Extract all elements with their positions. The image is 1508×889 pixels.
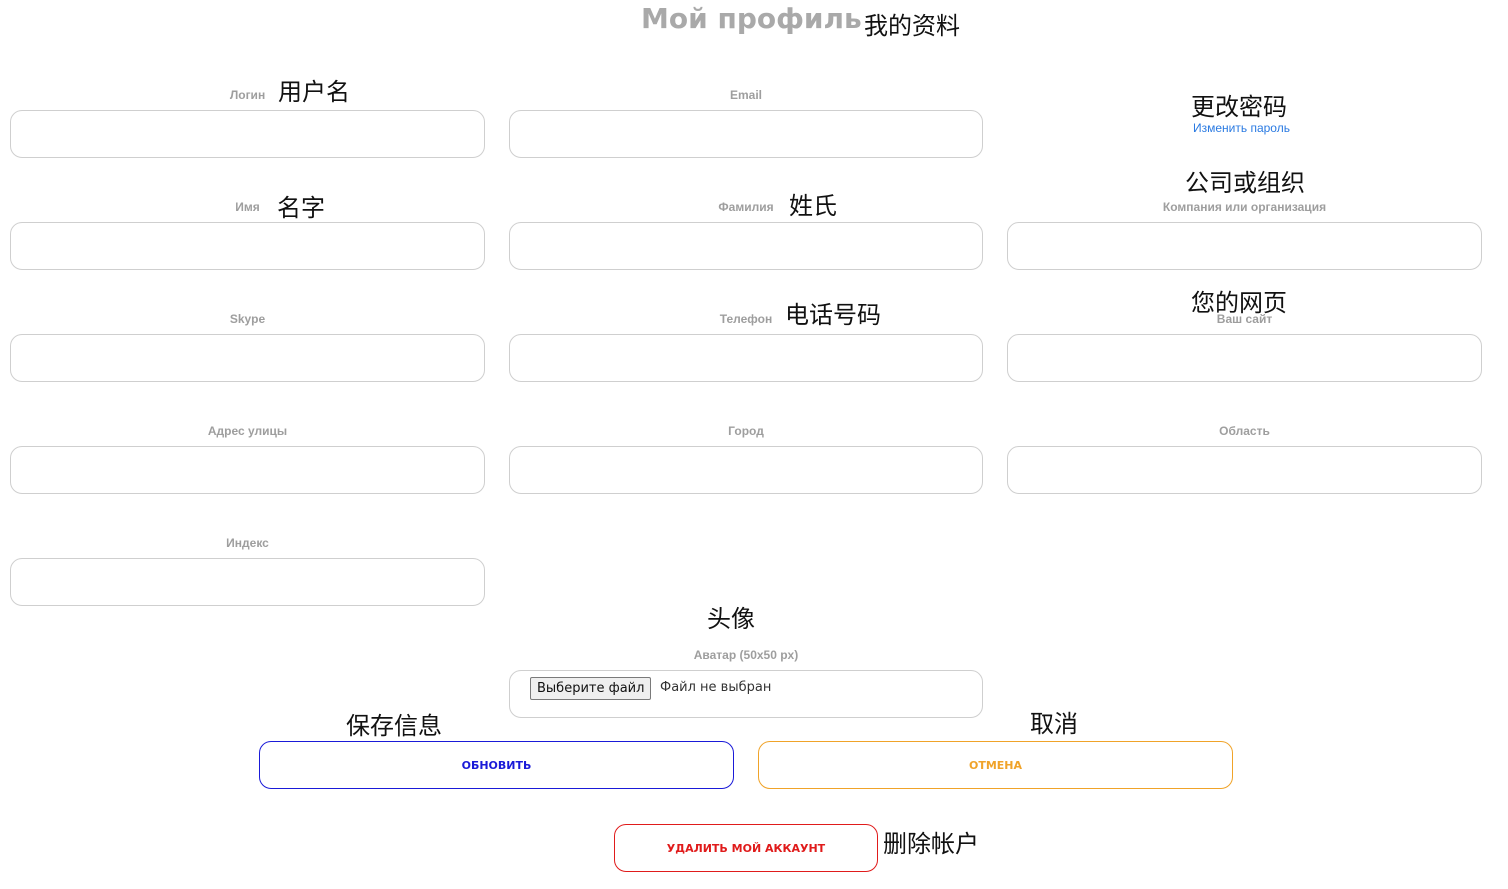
choose-file-button[interactable]: Выберите файл xyxy=(530,677,652,700)
avatar-label: Аватар (50x50 px) xyxy=(693,648,799,662)
change-password-link[interactable]: Изменить пароль xyxy=(1193,121,1290,135)
company-note: 公司或组织 xyxy=(1185,169,1305,197)
cancel-button[interactable]: ОТМЕНА xyxy=(758,741,1233,789)
street-label: Адрес улицы xyxy=(207,424,288,438)
last-name-input[interactable] xyxy=(509,222,983,270)
login-label: Логин xyxy=(229,88,266,102)
change-password-note: 更改密码 xyxy=(1191,93,1287,121)
phone-input[interactable] xyxy=(509,334,983,382)
phone-label: Телефон xyxy=(719,312,773,326)
page-title: Мой профиль xyxy=(641,2,862,35)
region-input[interactable] xyxy=(1007,446,1482,494)
login-input[interactable] xyxy=(10,110,485,158)
email-input[interactable] xyxy=(509,110,983,158)
no-file-chosen-text: Файл не выбран xyxy=(660,680,772,695)
first-name-label: Имя xyxy=(235,200,260,214)
zip-input[interactable] xyxy=(10,558,485,606)
skype-input[interactable] xyxy=(10,334,485,382)
page-title-note: 我的资料 xyxy=(864,12,960,40)
website-input[interactable] xyxy=(1007,334,1482,382)
login-note: 用户名 xyxy=(278,78,350,106)
city-label: Город xyxy=(728,424,764,438)
phone-note: 电话号码 xyxy=(785,301,881,329)
avatar-note: 头像 xyxy=(707,605,755,633)
website-label: Ваш сайт xyxy=(1216,312,1273,326)
street-input[interactable] xyxy=(10,446,485,494)
delete-account-note: 删除帐户 xyxy=(883,830,979,858)
city-input[interactable] xyxy=(509,446,983,494)
update-note: 保存信息 xyxy=(346,712,442,740)
skype-label: Skype xyxy=(229,312,266,326)
last-name-note: 姓氏 xyxy=(789,192,837,220)
company-label: Компания или организация xyxy=(1162,200,1327,214)
cancel-note: 取消 xyxy=(1030,710,1078,738)
zip-label: Индекс xyxy=(226,536,269,550)
first-name-input[interactable] xyxy=(10,222,485,270)
update-button[interactable]: ОБНОВИТЬ xyxy=(259,741,734,789)
email-label: Email xyxy=(729,88,762,102)
avatar-file-input[interactable]: Выберите файл Файл не выбран xyxy=(509,670,983,718)
last-name-label: Фамилия xyxy=(718,200,774,214)
delete-account-button[interactable]: УДАЛИТЬ МОЙ АККАУНТ xyxy=(614,824,878,872)
first-name-note: 名字 xyxy=(277,194,325,222)
region-label: Область xyxy=(1219,424,1270,438)
company-input[interactable] xyxy=(1007,222,1482,270)
